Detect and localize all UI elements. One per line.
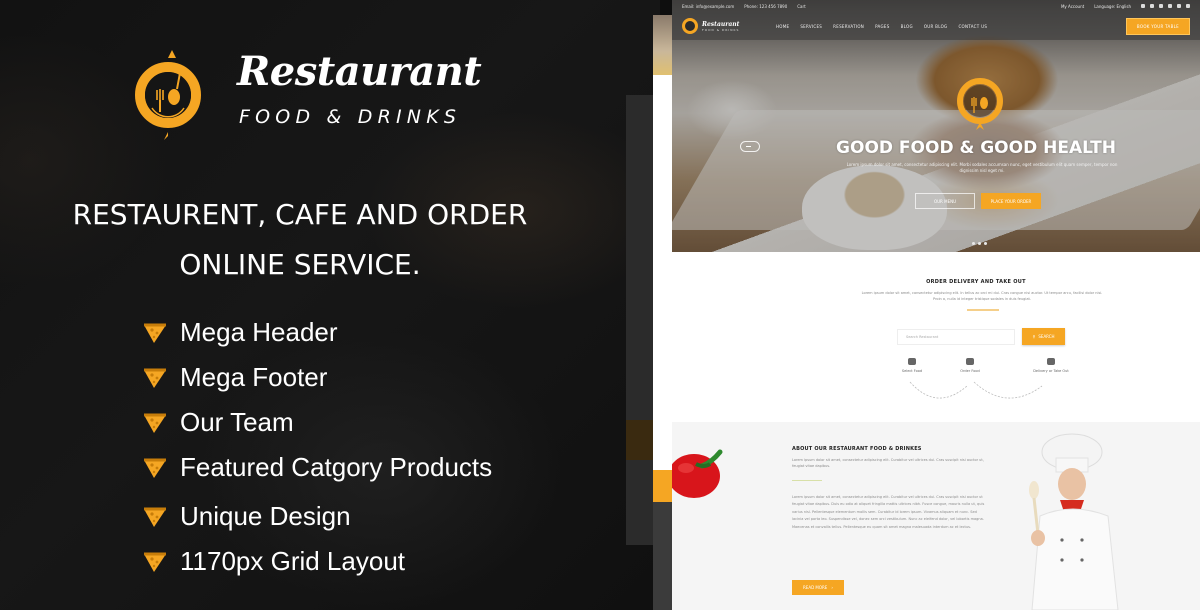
nav-item-blog[interactable]: BLOG (901, 24, 913, 29)
pizza-slice-icon (144, 552, 166, 572)
about-body: Lorem ipsum dolor sit amet, consectetur … (792, 495, 985, 529)
language-select[interactable]: Language: English (1094, 4, 1131, 9)
social-links (1141, 4, 1190, 8)
nav-logo[interactable]: Restaurant FOOD & DRINKS (682, 18, 760, 34)
nav-menu: HOME SERVICES RESERVATION PAGES BLOG OUR… (776, 24, 987, 29)
order-steps: Select Food Order Food Delivery or Take … (892, 358, 1082, 408)
facebook-icon[interactable] (1141, 4, 1145, 8)
step-label: Order Food (960, 369, 980, 373)
feature-label: Our Team (180, 407, 294, 437)
fork-spoon-logo-icon (133, 40, 203, 150)
brand-name: Restaurant (237, 48, 482, 95)
step-label: Select Food (901, 369, 923, 373)
order-section: ORDER DELIVERY AND TAKE OUT Lorem ipsum … (672, 252, 1200, 422)
order-icon (966, 358, 974, 365)
search-button-label: SEARCH (1038, 334, 1055, 339)
slider-dot[interactable] (972, 242, 975, 245)
about-section: ABOUT OUR RESTAURANT FOOD & DRINKES Lore… (672, 422, 1200, 610)
about-intro: Lorem ipsum dolor sit amet, consectetur … (792, 458, 984, 468)
website-preview: Email: info@example.com Phone: 123 456 7… (672, 0, 1200, 610)
pinterest-icon[interactable] (1177, 4, 1181, 8)
feature-label: Unique Design (180, 501, 351, 531)
step-select-food: Select Food (892, 358, 932, 373)
slider-prev-arrow-icon[interactable] (740, 141, 760, 152)
promo-panel: Restaurant FOOD & DRINKS RESTAURENT, CAF… (0, 0, 660, 610)
headline-line-2: ONLINE SERVICE. (179, 248, 421, 281)
top-bar: Email: info@example.com Phone: 123 456 7… (672, 0, 1200, 12)
restaurant-search-input[interactable]: Search Restaurant (897, 329, 1015, 345)
step-arrows (909, 381, 1043, 399)
nav-item-reservation[interactable]: RESERVATION (833, 24, 864, 29)
search-icon: ⚲ (1032, 334, 1036, 339)
divider (792, 480, 822, 481)
feature-label: Mega Header (180, 317, 338, 347)
our-menu-button[interactable]: OUR MENU (915, 193, 975, 209)
nav-logo-name: Restaurant (702, 20, 740, 28)
nav-item-home[interactable]: HOME (776, 24, 789, 29)
about-title: ABOUT OUR RESTAURANT FOOD & DRINKES (792, 446, 922, 452)
feature-item: Mega Header (142, 310, 492, 355)
book-table-button[interactable]: BOOK YOUR TABLE (1125, 17, 1190, 35)
youtube-icon[interactable] (1186, 4, 1190, 8)
read-more-label: READ MORE (803, 585, 828, 590)
brand-logo: Restaurant FOOD & DRINKS (133, 40, 482, 150)
twitter-icon[interactable] (1150, 4, 1154, 8)
feature-item: Mega Footer (142, 355, 492, 400)
chef-image (1029, 433, 1119, 610)
cart-link[interactable]: Cart (797, 4, 805, 9)
hero-slider: Email: info@example.com Phone: 123 456 7… (672, 0, 1200, 252)
read-more-button[interactable]: READ MORE › (792, 580, 844, 595)
pizza-slice-icon (144, 507, 166, 527)
nav-item-pages[interactable]: PAGES (875, 24, 890, 29)
pizza-slice-icon (144, 368, 166, 388)
place-order-button[interactable]: PLACE YOUR ORDER (981, 193, 1041, 209)
slider-dots (972, 242, 987, 245)
phone-info[interactable]: Phone: 123 456 7890 (744, 4, 787, 9)
order-title: ORDER DELIVERY AND TAKE OUT (926, 279, 1026, 285)
linkedin-icon[interactable] (1168, 4, 1172, 8)
order-text: Lorem ipsum dolor sit amet, consectetur … (861, 291, 1103, 301)
feature-label: Featured Catgory Products (180, 452, 493, 482)
food-icon (908, 358, 916, 365)
pizza-slice-icon (144, 323, 166, 343)
logo-icon (682, 18, 698, 34)
step-label: Delivery or Take Out (1033, 369, 1069, 373)
step-order-food: Order Food (950, 358, 990, 373)
feature-label: Mega Footer (180, 362, 328, 392)
search-button[interactable]: ⚲ SEARCH (1022, 328, 1065, 345)
main-headline: RESTAURENT, CAFE AND ORDER ONLINE SERVIC… (20, 190, 580, 290)
brand-tagline: FOOD & DRINKS (239, 106, 462, 128)
step-delivery: Delivery or Take Out (1020, 358, 1082, 373)
slider-dot[interactable] (984, 242, 987, 245)
feature-label: 1170px Grid Layout (180, 546, 405, 576)
main-navbar: Restaurant FOOD & DRINKS HOME SERVICES R… (672, 12, 1200, 40)
pizza-slice-icon (144, 458, 166, 478)
nav-item-our-blog[interactable]: OUR BLOG (924, 24, 948, 29)
feature-list: Mega Header Mega Footer Our Team Feature… (142, 310, 492, 584)
red-pepper-image (672, 449, 723, 498)
account-link[interactable]: My Account (1061, 4, 1084, 9)
pizza-slice-icon (144, 413, 166, 433)
email-info[interactable]: Email: info@example.com (682, 4, 734, 9)
feature-item: 1170px Grid Layout (142, 539, 492, 584)
hero-logo-icon (957, 78, 1003, 130)
google-plus-icon[interactable] (1159, 4, 1163, 8)
nav-item-contact[interactable]: CONTACT US (958, 24, 987, 29)
feature-item: Featured Catgory Products (142, 445, 492, 490)
headline-line-1: RESTAURENT, CAFE AND ORDER (72, 198, 528, 231)
delivery-truck-icon (1047, 358, 1055, 365)
chevron-right-icon: › (831, 585, 833, 590)
feature-item: Unique Design (142, 494, 492, 539)
nav-logo-tagline: FOOD & DRINKS (702, 27, 740, 32)
nav-item-services[interactable]: SERVICES (800, 24, 822, 29)
slider-dot[interactable] (978, 242, 981, 245)
divider (967, 309, 999, 311)
hero-text: Lorem ipsum dolor sit amet, consectetur … (846, 162, 1118, 173)
feature-item: Our Team (142, 400, 492, 445)
